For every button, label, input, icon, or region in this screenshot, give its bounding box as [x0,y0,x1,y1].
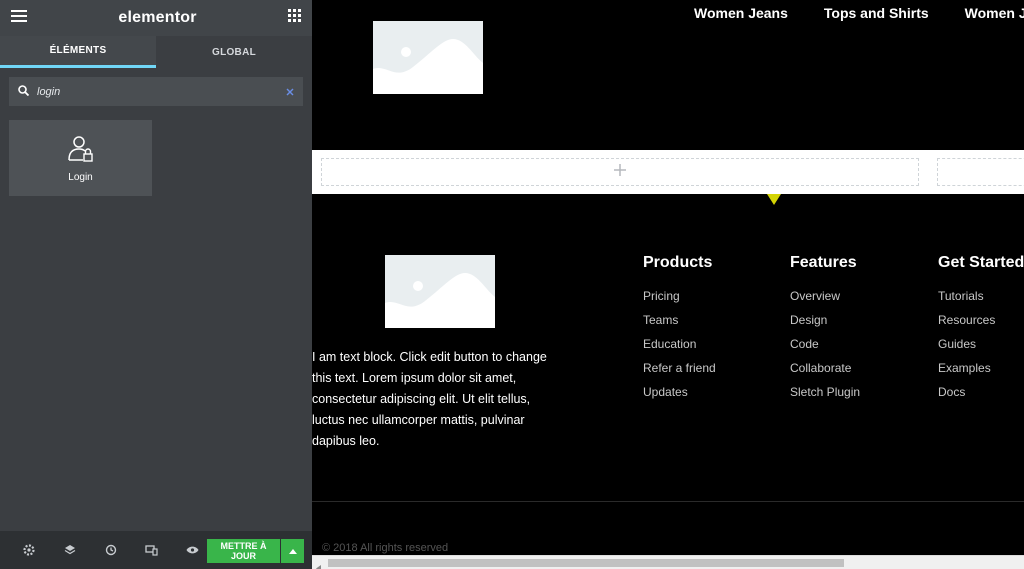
footer-link[interactable]: Design [790,308,860,332]
preview-canvas: Women Jeans Tops and Shirts Women Jack I… [312,0,1024,569]
footer-link[interactable]: Pricing [643,284,716,308]
tab-elements[interactable]: ÉLÉMENTS [0,36,156,68]
footer-link[interactable]: Code [790,332,860,356]
navigator-layers-icon[interactable] [49,544,90,556]
widget-login[interactable]: Login [9,120,152,196]
column-title: Products [643,254,713,271]
footer-column-features: Features Overview Design Code Collaborat… [790,254,860,404]
footer-link[interactable]: Overview [790,284,860,308]
footer-link[interactable]: Docs [938,380,1024,404]
footer-link[interactable]: Teams [643,308,716,332]
nav-link-women-jackets[interactable]: Women Jack [965,5,1024,21]
footer-link[interactable]: Examples [938,356,1024,380]
update-button[interactable]: METTRE À JOUR [207,539,280,563]
scroll-left-arrow-icon[interactable] [316,559,321,569]
footer-text-block[interactable]: I am text block. Click edit button to ch… [312,347,562,452]
horizontal-scrollbar[interactable] [312,555,1024,569]
settings-gear-icon[interactable] [8,544,49,556]
top-navigation: Women Jeans Tops and Shirts Women Jack [694,5,1024,21]
footer-link[interactable]: Collaborate [790,356,860,380]
footer-column-products: Products Pricing Teams Education Refer a… [643,254,716,404]
add-section-bar [312,150,1024,194]
search-input[interactable]: login [37,86,286,98]
nav-link-tops-shirts[interactable]: Tops and Shirts [824,5,929,21]
column-title: Features [790,254,857,271]
footer-link[interactable]: Tutorials [938,284,1024,308]
footer-link[interactable]: Education [643,332,716,356]
add-template-dropzone[interactable] [937,158,1024,186]
responsive-mode-icon[interactable] [131,544,172,556]
footer-divider [312,501,1024,502]
image-placeholder[interactable] [373,21,483,94]
elementor-panel: elementor ÉLÉMENTS GLOBAL login Login ME… [0,0,312,569]
drop-indicator-arrow [767,194,781,205]
panel-tabs: ÉLÉMENTS GLOBAL [0,36,312,68]
footer-link[interactable]: Refer a friend [643,356,716,380]
tab-global[interactable]: GLOBAL [156,36,312,68]
footer-link[interactable]: Guides [938,332,1024,356]
footer-link[interactable]: Sletch Plugin [790,380,860,404]
login-icon [66,134,96,169]
column-title: Get Started [938,254,1024,271]
footer-link[interactable]: Updates [643,380,716,404]
copyright-text: © 2018 All rights reserved [322,542,449,554]
panel-header: elementor [0,0,312,36]
clear-search-icon[interactable] [286,83,294,101]
elementor-logo: elementor [118,9,197,26]
save-options-caret-icon[interactable] [281,539,304,563]
widgets-grid-icon[interactable] [288,9,301,27]
footer-link[interactable]: Resources [938,308,1024,332]
add-new-section-dropzone[interactable] [321,158,919,186]
nav-link-women-jeans[interactable]: Women Jeans [694,5,788,21]
footer-column-get-started: Get Started Tutorials Resources Guides E… [938,254,1024,404]
footer-image-placeholder[interactable] [385,255,495,328]
widget-login-label: Login [68,171,93,183]
widget-search: login [9,77,303,106]
scrollbar-thumb[interactable] [328,559,844,567]
history-icon[interactable] [90,544,131,556]
search-icon [18,83,30,101]
hamburger-menu-icon[interactable] [11,9,27,28]
plus-icon [613,163,627,182]
